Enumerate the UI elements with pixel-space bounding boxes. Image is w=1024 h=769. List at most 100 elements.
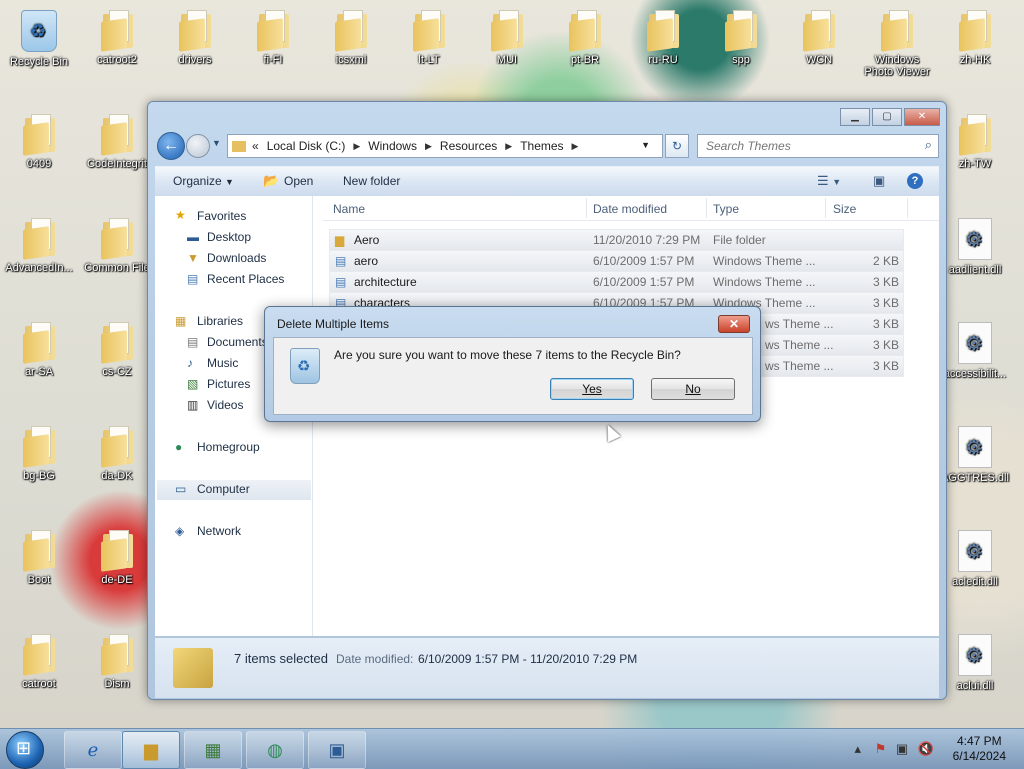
desktop-folder[interactable]: ar-SA <box>1 322 77 378</box>
desktop-dll-file[interactable]: acledit.dll <box>937 530 1013 588</box>
address-bar[interactable]: « Local Disk (C:) ▶ Windows ▶ Resources ▶ T… <box>227 134 663 158</box>
folder-icon <box>100 530 134 572</box>
show-hidden-icons[interactable]: ▴ <box>854 741 861 756</box>
search-input[interactable] <box>698 135 908 157</box>
desktop-folder[interactable]: catroot <box>1 634 77 690</box>
nav-desktop[interactable]: Desktop <box>207 230 251 244</box>
desktop-folder[interactable]: Windows Photo Viewer <box>859 10 935 78</box>
desktop-folder[interactable]: zh-TW <box>937 114 1013 170</box>
desktop-folder[interactable]: da-DK <box>79 426 155 482</box>
dialog-close-button[interactable]: ✕ <box>718 315 750 333</box>
network-icon: ◈ <box>175 524 185 538</box>
desktop-folder[interactable]: catroot2 <box>79 10 155 66</box>
back-button[interactable]: ← <box>157 132 185 160</box>
desktop-folder[interactable]: fi-FI <box>235 10 311 66</box>
chevron-right-icon[interactable]: ▶ <box>572 141 579 152</box>
search-icon[interactable]: ⌕ <box>925 137 932 153</box>
nav-network[interactable]: Network <box>197 524 241 538</box>
desktop-dll-file[interactable]: aadlient.dll <box>937 218 1013 276</box>
nav-downloads[interactable]: Downloads <box>207 251 266 265</box>
minimize-button[interactable]: ▁ <box>840 108 870 126</box>
organize-button[interactable]: Organize ▼ <box>173 174 234 188</box>
desktop-folder[interactable]: cs-CZ <box>79 322 155 378</box>
close-button[interactable]: ✕ <box>904 108 940 126</box>
volume-muted-icon[interactable]: 🔇 <box>918 741 934 756</box>
desktop-folder[interactable]: MUI <box>469 10 545 66</box>
start-button[interactable] <box>6 731 44 769</box>
desktop-folder[interactable]: ru-RU <box>625 10 701 66</box>
desktop-dll-file[interactable]: aclui.dll <box>937 634 1013 692</box>
file-row[interactable]: ▤ architecture 6/10/2009 1:57 PM Windows… <box>329 271 904 293</box>
control-panel-icon[interactable]: ▦ <box>184 731 242 769</box>
views-icon[interactable]: ☰ ▼ <box>817 173 841 189</box>
nav-videos[interactable]: Videos <box>207 398 243 412</box>
open-button[interactable]: Open <box>284 174 313 188</box>
network-tray-icon[interactable]: ▣ <box>896 741 908 756</box>
desktop-folder[interactable]: CodeIntegrit <box>79 114 155 170</box>
nav-computer[interactable]: Computer <box>197 482 250 496</box>
desktop-folder[interactable]: spp <box>703 10 779 66</box>
computer-icon: ▭ <box>175 482 187 496</box>
desktop-folder[interactable]: bg-BG <box>1 426 77 482</box>
breadcrumb-local-disk[interactable]: Local Disk (C:) <box>267 139 346 153</box>
search-box[interactable]: ⌕ <box>697 134 939 158</box>
history-dropdown-icon[interactable]: ▼ <box>212 138 221 148</box>
nav-pictures[interactable]: Pictures <box>207 377 250 391</box>
desktop-folder[interactable]: zh-HK <box>937 10 1013 66</box>
desktop-folder[interactable]: lt-LT <box>391 10 467 66</box>
desktop-folder[interactable]: Dism <box>79 634 155 690</box>
desktop-folder[interactable]: drivers <box>157 10 233 66</box>
desktop-folder[interactable]: de-DE <box>79 530 155 586</box>
file-explorer-icon[interactable]: ▆ <box>122 731 180 769</box>
desktop-folder[interactable]: pt-BR <box>547 10 623 66</box>
desktop-folder[interactable]: 0409 <box>1 114 77 170</box>
address-dropdown-icon[interactable]: ▼ <box>641 140 650 150</box>
new-folder-button[interactable]: New folder <box>343 174 400 188</box>
nav-music[interactable]: Music <box>207 356 238 370</box>
nav-documents[interactable]: Documents <box>207 335 268 349</box>
help-icon[interactable]: ? <box>907 173 923 189</box>
nav-homegroup[interactable]: Homegroup <box>197 440 260 454</box>
desktop-folder[interactable]: AdvancedIn... <box>1 218 77 274</box>
breadcrumb-resources[interactable]: Resources <box>440 139 497 153</box>
column-size[interactable]: Size <box>833 202 856 216</box>
chevron-right-icon[interactable]: ▶ <box>425 141 432 152</box>
chevron-right-icon[interactable]: ▶ <box>353 141 360 152</box>
desktop-folder[interactable]: Boot <box>1 530 77 586</box>
desktop-folder[interactable]: icsxml <box>313 10 389 66</box>
details-pane: 7 items selected Date modified: 6/10/200… <box>155 637 939 698</box>
desktop-folder[interactable]: WCN <box>781 10 857 66</box>
globe-icon[interactable]: ◍ <box>246 731 304 769</box>
app-window-icon[interactable]: ▣ <box>308 731 366 769</box>
column-date-modified[interactable]: Date modified <box>593 202 667 216</box>
selection-thumbnail-icon <box>173 648 213 688</box>
clock-time: 4:47 PM <box>956 734 1002 748</box>
breadcrumb-themes[interactable]: Themes <box>520 139 563 153</box>
yes-button[interactable]: Yes <box>550 378 634 400</box>
clock[interactable]: 4:47 PM 6/14/2024 <box>953 734 1006 764</box>
desktop-icon-recycle-bin[interactable]: Recycle Bin <box>1 10 77 68</box>
nav-favorites[interactable]: Favorites <box>197 209 246 223</box>
desktop-dll-file[interactable]: accessibilit... <box>937 322 1013 380</box>
nav-recent-places[interactable]: Recent Places <box>207 272 284 286</box>
file-row[interactable]: ▆ Aero 11/20/2010 7:29 PM File folder <box>329 229 904 251</box>
selected-count: 7 items selected <box>234 651 328 666</box>
column-type[interactable]: Type <box>713 202 739 216</box>
nav-libraries[interactable]: Libraries <box>197 314 243 328</box>
forward-button[interactable] <box>186 134 210 158</box>
refresh-button[interactable]: ↻ <box>665 134 689 158</box>
folder-icon <box>22 114 56 156</box>
breadcrumb-overflow[interactable]: « <box>252 139 259 153</box>
file-row[interactable]: ▤ aero 6/10/2009 1:57 PM Windows Theme .… <box>329 250 904 272</box>
desktop-folder[interactable]: Common File <box>79 218 155 274</box>
no-button[interactable]: No <box>651 378 735 400</box>
breadcrumb-windows[interactable]: Windows <box>368 139 417 153</box>
maximize-button[interactable]: ▢ <box>872 108 902 126</box>
column-name[interactable]: Name <box>333 202 365 216</box>
chevron-right-icon[interactable]: ▶ <box>505 141 512 152</box>
action-center-icon[interactable]: ⚑ <box>875 741 887 756</box>
desktop-dll-file[interactable]: AGGTRES.dll <box>937 426 1013 484</box>
internet-explorer-icon[interactable]: ℯ <box>64 731 122 769</box>
folder-icon <box>100 114 134 156</box>
preview-pane-icon[interactable]: ▣ <box>873 173 885 189</box>
